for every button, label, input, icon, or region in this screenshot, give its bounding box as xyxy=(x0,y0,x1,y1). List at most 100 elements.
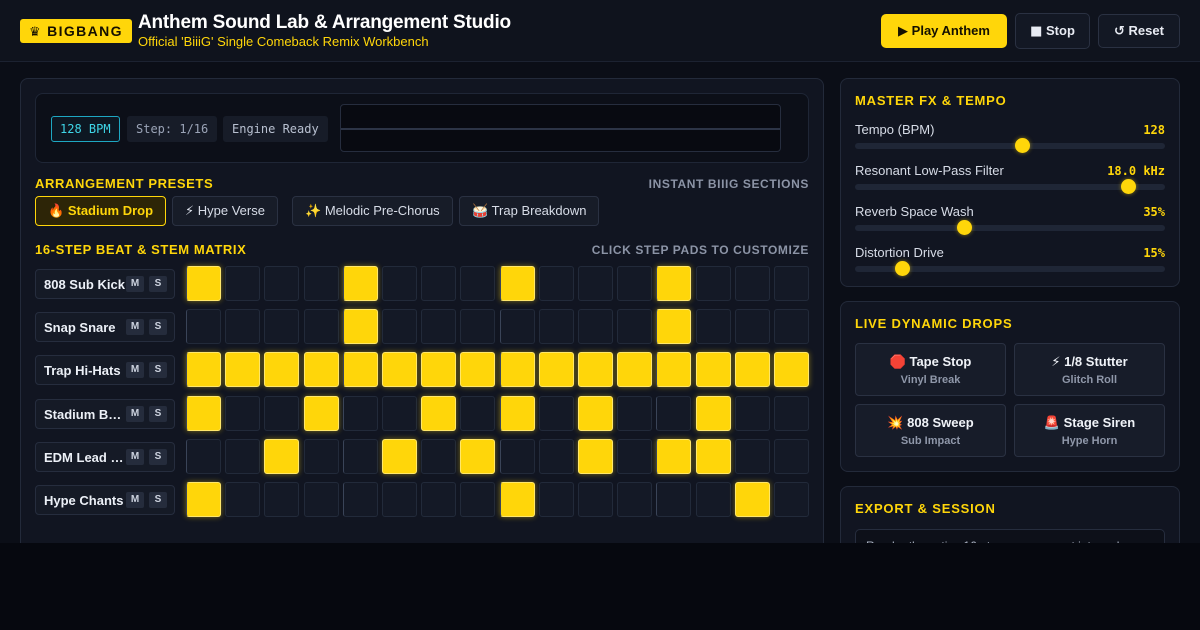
step-pad[interactable] xyxy=(538,438,574,474)
fx-slider[interactable] xyxy=(855,220,1165,235)
step-pad[interactable] xyxy=(656,482,692,517)
step-pad[interactable] xyxy=(617,309,653,345)
preset-melodic-pre-chorus[interactable]: ✨ Melodic Pre-Chorus xyxy=(292,196,453,226)
step-pad[interactable] xyxy=(695,395,731,431)
solo-button[interactable]: S xyxy=(149,319,167,336)
step-pad[interactable] xyxy=(734,352,770,388)
drop-808-sweep[interactable]: 💥 808 Sweep Sub Impact xyxy=(855,404,1006,457)
step-pad[interactable] xyxy=(460,352,496,388)
step-pad[interactable] xyxy=(303,438,339,474)
step-pad[interactable] xyxy=(734,482,770,517)
slider-thumb[interactable] xyxy=(956,220,972,235)
step-pad[interactable] xyxy=(774,395,809,431)
step-pad[interactable] xyxy=(342,482,378,517)
solo-button[interactable]: S xyxy=(149,276,167,292)
step-pad[interactable] xyxy=(617,352,653,388)
step-pad[interactable] xyxy=(264,438,300,474)
step-pad[interactable] xyxy=(538,266,574,301)
step-pad[interactable] xyxy=(734,438,770,474)
step-pad[interactable] xyxy=(264,482,300,517)
step-pad[interactable] xyxy=(617,482,653,517)
step-pad[interactable] xyxy=(382,438,417,474)
step-pad[interactable] xyxy=(734,309,770,345)
step-pad[interactable] xyxy=(421,482,457,517)
slider-thumb[interactable] xyxy=(1015,138,1031,153)
step-pad[interactable] xyxy=(460,438,496,474)
step-pad[interactable] xyxy=(421,266,457,301)
play-anthem-button[interactable]: ▶ Play Anthem xyxy=(881,14,1007,48)
reset-button[interactable]: ↺ Reset xyxy=(1098,14,1180,48)
step-pad[interactable] xyxy=(225,352,261,388)
step-pad[interactable] xyxy=(342,266,378,301)
step-pad[interactable] xyxy=(499,438,535,474)
step-pad[interactable] xyxy=(421,309,457,345)
step-pad[interactable] xyxy=(578,266,613,301)
step-pad[interactable] xyxy=(460,482,496,517)
step-pad[interactable] xyxy=(578,438,613,474)
step-pad[interactable] xyxy=(617,395,653,431)
step-pad[interactable] xyxy=(617,438,653,474)
step-pad[interactable] xyxy=(264,266,300,301)
step-pad[interactable] xyxy=(421,395,457,431)
step-pad[interactable] xyxy=(303,482,339,517)
step-pad[interactable] xyxy=(695,438,731,474)
stop-button[interactable]: ■ Stop xyxy=(1015,13,1090,49)
step-pad[interactable] xyxy=(695,352,731,388)
mute-button[interactable]: M xyxy=(126,319,144,336)
step-pad[interactable] xyxy=(734,395,770,431)
step-pad[interactable] xyxy=(303,395,339,431)
slider-thumb[interactable] xyxy=(894,261,910,276)
step-pad[interactable] xyxy=(342,352,378,388)
step-pad[interactable] xyxy=(499,482,535,517)
step-pad[interactable] xyxy=(774,266,809,301)
preset-hype-verse[interactable]: ⚡ Hype Verse xyxy=(172,196,278,226)
step-pad[interactable] xyxy=(578,352,613,388)
step-pad[interactable] xyxy=(303,309,339,345)
step-pad[interactable] xyxy=(421,438,457,474)
step-pad[interactable] xyxy=(342,438,378,474)
step-pad[interactable] xyxy=(186,309,221,345)
step-pad[interactable] xyxy=(695,266,731,301)
solo-button[interactable]: S xyxy=(149,362,167,379)
mute-button[interactable]: M xyxy=(126,362,144,379)
step-pad[interactable] xyxy=(656,352,692,388)
step-pad[interactable] xyxy=(774,352,809,388)
preset-stadium-drop[interactable]: 🔥 Stadium Drop xyxy=(35,196,167,226)
solo-button[interactable]: S xyxy=(149,448,167,465)
step-pad[interactable] xyxy=(578,309,613,345)
step-pad[interactable] xyxy=(460,395,496,431)
solo-button[interactable]: S xyxy=(149,405,167,422)
drop-stage-siren[interactable]: 🚨 Stage Siren Hype Horn xyxy=(1014,404,1165,457)
step-pad[interactable] xyxy=(538,352,574,388)
step-pad[interactable] xyxy=(656,438,692,474)
step-pad[interactable] xyxy=(499,352,535,388)
step-pad[interactable] xyxy=(225,395,261,431)
step-pad[interactable] xyxy=(225,438,261,474)
mute-button[interactable]: M xyxy=(126,405,144,422)
step-pad[interactable] xyxy=(342,309,378,345)
step-pad[interactable] xyxy=(264,395,300,431)
step-pad[interactable] xyxy=(303,266,339,301)
step-pad[interactable] xyxy=(225,482,261,517)
step-pad[interactable] xyxy=(538,395,574,431)
step-pad[interactable] xyxy=(225,309,261,345)
solo-button[interactable]: S xyxy=(149,492,167,508)
step-pad[interactable] xyxy=(656,309,692,345)
fx-slider[interactable] xyxy=(855,138,1165,153)
step-pad[interactable] xyxy=(186,395,221,431)
step-pad[interactable] xyxy=(382,395,417,431)
preset-trap-breakdown[interactable]: 🥁 Trap Breakdown xyxy=(459,196,600,226)
drop-stutter[interactable]: ⚡ 1/8 Stutter Glitch Roll xyxy=(1014,343,1165,396)
step-pad[interactable] xyxy=(695,309,731,345)
step-pad[interactable] xyxy=(382,482,417,517)
step-pad[interactable] xyxy=(774,438,809,474)
step-pad[interactable] xyxy=(578,395,613,431)
step-pad[interactable] xyxy=(578,482,613,517)
step-pad[interactable] xyxy=(264,309,300,345)
drop-tape-stop[interactable]: 🛑 Tape Stop Vinyl Break xyxy=(855,343,1006,396)
step-pad[interactable] xyxy=(186,352,221,388)
step-pad[interactable] xyxy=(499,309,535,345)
step-pad[interactable] xyxy=(695,482,731,517)
step-pad[interactable] xyxy=(186,266,221,301)
slider-thumb[interactable] xyxy=(1120,179,1136,194)
